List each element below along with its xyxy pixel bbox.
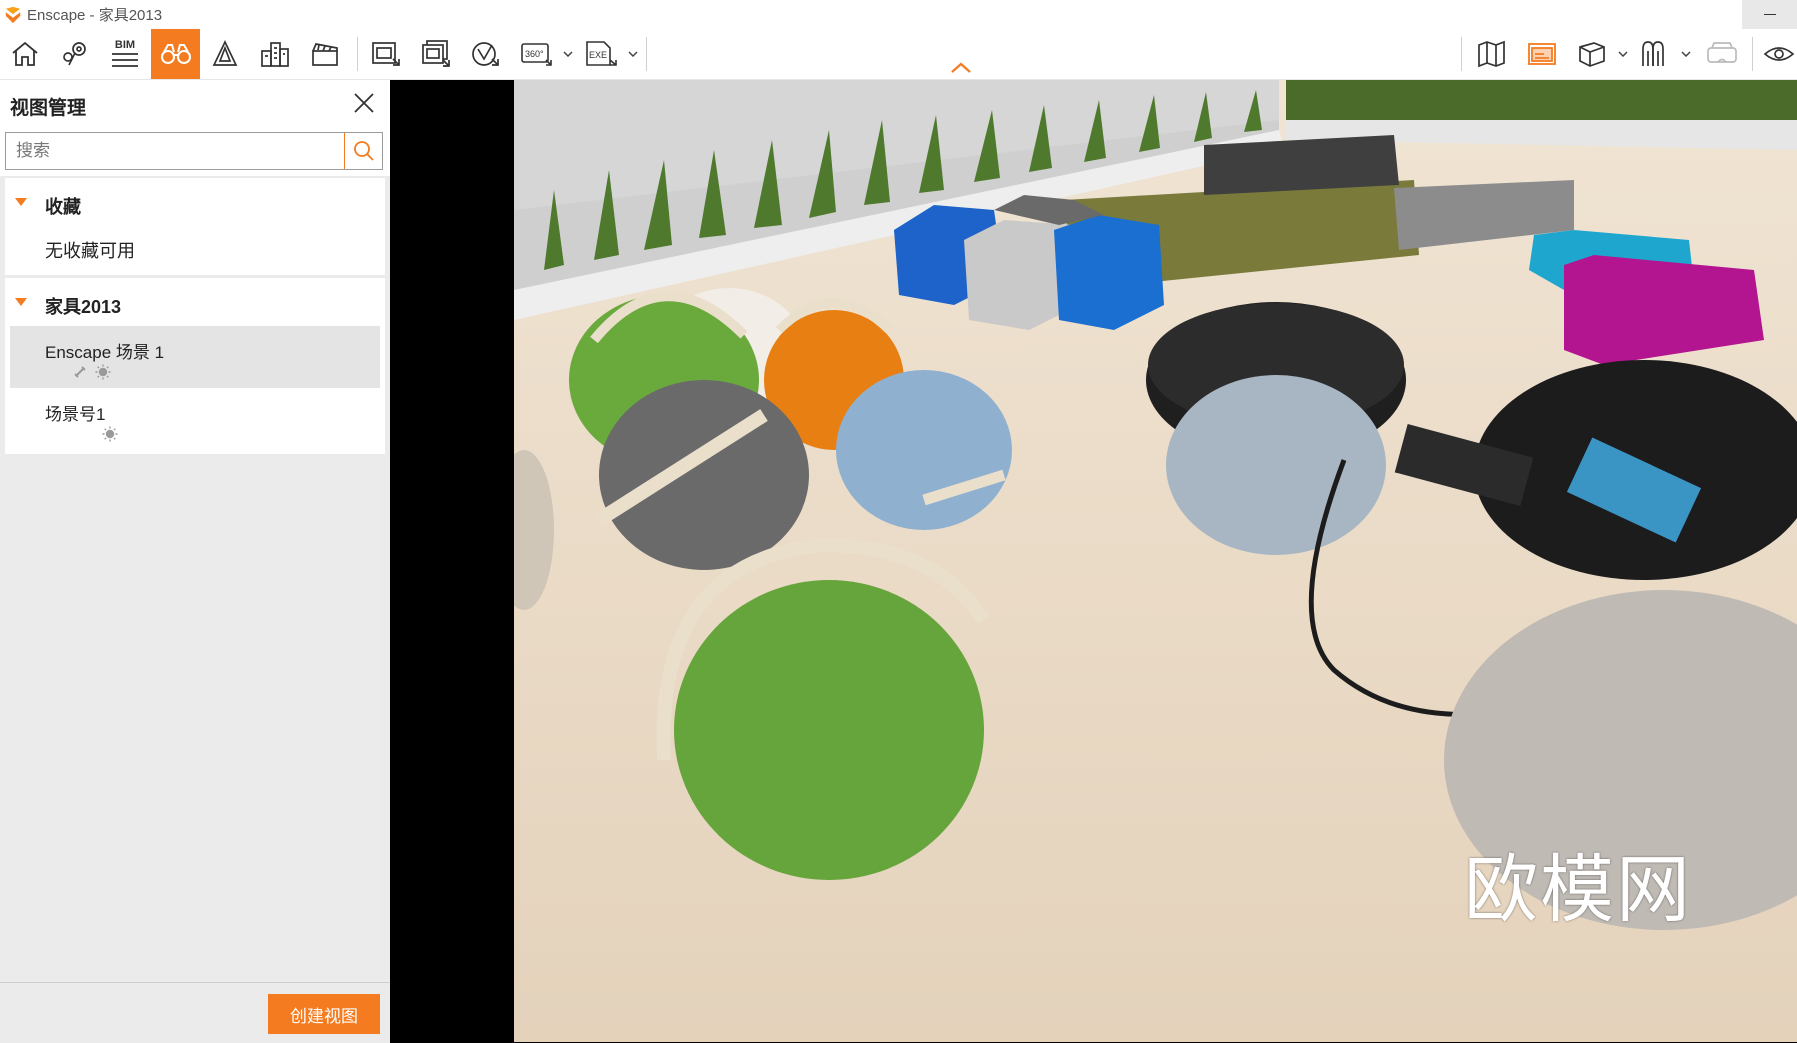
visual-settings-icon[interactable] xyxy=(1522,29,1562,79)
pano-label: 360° xyxy=(525,49,544,59)
minimize-button[interactable] xyxy=(1742,0,1797,29)
view-item[interactable]: 场景号1 xyxy=(5,388,385,450)
view-item-name: 场景号1 xyxy=(45,405,106,424)
material-editor-icon[interactable] xyxy=(1635,29,1675,79)
panorama-dropdown-chevron-icon[interactable] xyxy=(562,29,574,79)
viewport-letterbox xyxy=(390,80,514,1042)
search-box xyxy=(5,132,383,170)
create-view-button[interactable]: 创建视图 xyxy=(268,994,380,1034)
eye-icon[interactable] xyxy=(1760,29,1797,79)
asset-library-icon[interactable] xyxy=(1572,29,1612,79)
buildings-icon[interactable] xyxy=(256,29,294,79)
exe-label: EXE xyxy=(589,50,607,60)
asset-dropdown-chevron-icon[interactable] xyxy=(1617,29,1629,79)
toolbar-collapse-chevron-up-icon[interactable] xyxy=(950,62,972,74)
search-input[interactable] xyxy=(6,133,364,169)
batch-render-icon[interactable] xyxy=(417,29,455,79)
panel-header: 视图管理 xyxy=(0,80,390,128)
enscape-logo-icon xyxy=(5,6,21,23)
sun-icon xyxy=(95,364,111,380)
project-group-label: 家具2013 xyxy=(45,297,122,317)
close-icon[interactable] xyxy=(352,91,376,115)
link-icon xyxy=(74,366,86,378)
site-context-icon[interactable] xyxy=(206,29,244,79)
window-title: Enscape - 家具2013 xyxy=(27,7,163,24)
expand-triangle-icon xyxy=(15,198,27,206)
panel-title: 视图管理 xyxy=(10,98,87,119)
bim-label: BIM xyxy=(114,39,136,51)
title-bar: Enscape - 家具2013 xyxy=(0,0,1797,29)
exe-export-icon[interactable]: EXE xyxy=(582,29,622,79)
search-icon xyxy=(353,141,374,161)
watermark-text: 欧模网 xyxy=(1464,847,1692,933)
project-group: 家具2013 Enscape 场景 1 场景号1 xyxy=(5,278,385,454)
bim-list-icon[interactable]: BIM xyxy=(106,29,144,79)
map-icon[interactable] xyxy=(1472,29,1512,79)
favorites-group: 收藏 无收藏可用 xyxy=(5,178,385,275)
location-pins-icon[interactable] xyxy=(56,29,94,79)
favorites-group-header[interactable]: 收藏 xyxy=(5,178,385,226)
search-button[interactable] xyxy=(344,133,382,169)
home-icon[interactable] xyxy=(6,29,44,79)
panel-footer: 创建视图 xyxy=(0,982,390,1043)
web-standalone-icon[interactable] xyxy=(467,29,505,79)
favorites-group-label: 收藏 xyxy=(45,197,81,217)
material-dropdown-chevron-icon[interactable] xyxy=(1680,29,1692,79)
screenshot-icon[interactable] xyxy=(367,29,405,79)
favorites-empty-text: 无收藏可用 xyxy=(45,241,135,261)
project-group-header[interactable]: 家具2013 xyxy=(5,278,385,326)
main-toolbar: BIM 360° EXE xyxy=(0,29,1797,80)
panorama-360-icon[interactable]: 360° xyxy=(517,29,557,79)
binoculars-icon[interactable] xyxy=(151,29,200,79)
vr-headset-icon[interactable] xyxy=(1700,29,1744,79)
favorites-empty-state: 无收藏可用 xyxy=(5,226,385,275)
expand-triangle-icon xyxy=(15,298,27,306)
search-area xyxy=(0,128,390,176)
sun-icon xyxy=(102,426,118,442)
render-viewport[interactable]: 欧模网 xyxy=(514,80,1797,1042)
view-item-name: Enscape 场景 1 xyxy=(45,343,165,362)
exe-dropdown-chevron-icon[interactable] xyxy=(627,29,639,79)
view-management-panel: 视图管理 收藏 无收藏可用 家具2013 Enscape 场景 1 xyxy=(0,80,390,1043)
view-item[interactable]: Enscape 场景 1 xyxy=(10,326,380,388)
clapperboard-icon[interactable] xyxy=(306,29,344,79)
